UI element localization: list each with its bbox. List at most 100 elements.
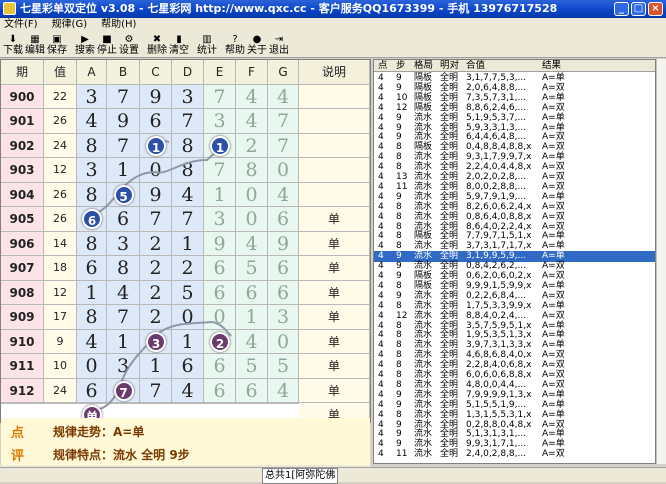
digit-cell <box>77 403 107 404</box>
toolbar-label: 关于 <box>247 45 267 56</box>
list-row[interactable]: 4 11 流水 全明 2,4,0,2,8,8,... A=双 <box>374 449 655 460</box>
toolbar-button-4[interactable]: ▶ 搜索 <box>74 32 96 58</box>
digit-cell: 8 <box>77 183 107 207</box>
rule-tag-comment: 评 <box>11 449 25 464</box>
digit-cell: 4 <box>236 232 268 256</box>
menu-rules[interactable]: 规律(G) <box>52 18 88 32</box>
menu-bar: 文件(F) 规律(G) 帮助(H) <box>0 18 666 32</box>
digit-cell: 4 <box>172 183 204 207</box>
period-cell: 909 <box>1 305 44 330</box>
digit-cell: 8 <box>77 134 107 158</box>
toolbar-button-11[interactable]: ● 关于 <box>246 32 268 58</box>
draw-marker: 1 <box>210 136 230 156</box>
maximize-button[interactable]: □ <box>631 2 646 16</box>
value-cell: 10 <box>44 354 77 379</box>
note-cell: 单 <box>299 232 370 256</box>
digit-cell: 4 <box>77 109 107 134</box>
list-cell: 步 <box>396 60 406 71</box>
digit-cell: 0 <box>204 305 236 330</box>
value-cell: 24 <box>44 379 77 403</box>
menu-help[interactable]: 帮助(H) <box>101 18 136 32</box>
pattern-list[interactable]: 点步格局 明对 合值 结果 4 9 隔板 全明 3,1,7,7,5,3,... A=单 4 9 隔板 全明… <box>373 59 656 464</box>
toolbar: ⬇ 下载 ▦ 编辑 ▣ 保存 ▶ 搜索 ■ 停止 ⚙ 设置 ✖ 删除 ▮ 清空 ▥ 统计 ? 帮助 ● 关于 ⇥ 退出 <box>0 32 666 58</box>
toolbar-label: 退出 <box>269 45 289 56</box>
toolbar-button-12[interactable]: ⇥ 退出 <box>268 32 290 58</box>
digit-cell: 0 <box>236 207 268 232</box>
digit-cell: 7 <box>107 85 140 109</box>
list-cell: 全明 <box>440 449 459 460</box>
toolbar-label: 停止 <box>97 45 117 56</box>
vertical-scrollbar[interactable] <box>656 59 666 464</box>
digit-cell: 6 <box>107 207 140 232</box>
note-cell: 单 <box>299 281 370 305</box>
digit-cell: 2 <box>140 305 172 330</box>
value-cell <box>44 403 77 404</box>
draw-grid: 期值 A B C D E F G 说明 900 22 3 7 9 3 7 4 4 901 26 4 9 6 7 3 4 7 902 24… <box>0 59 371 428</box>
digit-cell: 0 <box>77 354 107 379</box>
column-header: 说明 <box>299 60 370 85</box>
list-cell: 合值 <box>466 60 486 71</box>
value-cell: 12 <box>44 158 77 183</box>
note-cell: 单 <box>299 354 370 379</box>
digit-cell: 0 <box>140 158 172 183</box>
period-cell: 910 <box>1 330 44 354</box>
period-cell: 906 <box>1 232 44 256</box>
toolbar-label: 编辑 <box>25 45 45 56</box>
digit-cell: 3 <box>107 232 140 256</box>
minimize-button[interactable]: _ <box>614 2 629 16</box>
period-cell: 902 <box>1 134 44 158</box>
digit-cell: 6 <box>204 281 236 305</box>
title-bar: 七星彩单双定位 v3.08 - 七星彩网 http://www.qxc.cc -… <box>0 0 666 18</box>
digit-cell: 3 <box>77 85 107 109</box>
column-header: G <box>268 60 299 85</box>
digit-cell: 5 <box>172 281 204 305</box>
digit-cell: 4 <box>268 379 299 403</box>
column-header: E <box>204 60 236 85</box>
digit-cell <box>140 403 172 404</box>
toolbar-button-10[interactable]: ? 帮助 <box>224 32 246 58</box>
digit-cell: 7 <box>107 134 140 158</box>
digit-cell: 6 <box>268 281 299 305</box>
toolbar-button-9[interactable]: ▥ 统计 <box>196 32 218 58</box>
digit-cell: 1 <box>107 330 140 354</box>
period-cell: 905 <box>1 207 44 232</box>
value-cell: 24 <box>44 134 77 158</box>
value-cell: 14 <box>44 232 77 256</box>
toolbar-button-3[interactable]: ▣ 保存 <box>46 32 68 58</box>
toolbar-button-2[interactable]: ▦ 编辑 <box>24 32 46 58</box>
rule-feature-text: 规律特点：流水 全明 9步 <box>53 448 190 462</box>
toolbar-button-8[interactable]: ▮ 清空 <box>168 32 190 58</box>
digit-cell: 1 <box>172 330 204 354</box>
list-header[interactable]: 点步格局 明对 合值 结果 <box>374 60 655 72</box>
toolbar-label: 设置 <box>119 45 139 56</box>
digit-cell: 4 <box>268 183 299 207</box>
period-cell: 911 <box>1 354 44 379</box>
list-cell: 结果 <box>542 60 562 71</box>
digit-cell <box>204 403 236 404</box>
rule-trend-text: 规律走势：A=单 <box>53 425 145 439</box>
column-header: D <box>172 60 204 85</box>
rule-tag-point: 点 <box>11 426 25 441</box>
note-cell: 单 <box>299 379 370 403</box>
toolbar-button-5[interactable]: ■ 停止 <box>96 32 118 58</box>
digit-cell: 0 <box>268 330 299 354</box>
note-cell <box>299 85 370 109</box>
digit-cell: 9 <box>268 232 299 256</box>
toolbar-button-6[interactable]: ⚙ 设置 <box>118 32 140 58</box>
toolbar-button-7[interactable]: ✖ 删除 <box>146 32 168 58</box>
digit-cell: 4 <box>236 85 268 109</box>
digit-cell: 9 <box>107 109 140 134</box>
value-cell: 17 <box>44 305 77 330</box>
digit-cell: 3 <box>107 354 140 379</box>
menu-file[interactable]: 文件(F) <box>4 18 38 32</box>
digit-cell: 1 <box>107 158 140 183</box>
digit-cell <box>172 403 204 404</box>
digit-cell: 7 <box>172 109 204 134</box>
close-button[interactable]: × <box>648 2 663 16</box>
column-header: A <box>77 60 107 85</box>
digit-cell: 7 <box>204 158 236 183</box>
digit-cell: 7 <box>140 379 172 403</box>
digit-cell: 6 <box>236 379 268 403</box>
digit-cell: 4 <box>236 109 268 134</box>
toolbar-button-1[interactable]: ⬇ 下载 <box>2 32 24 58</box>
